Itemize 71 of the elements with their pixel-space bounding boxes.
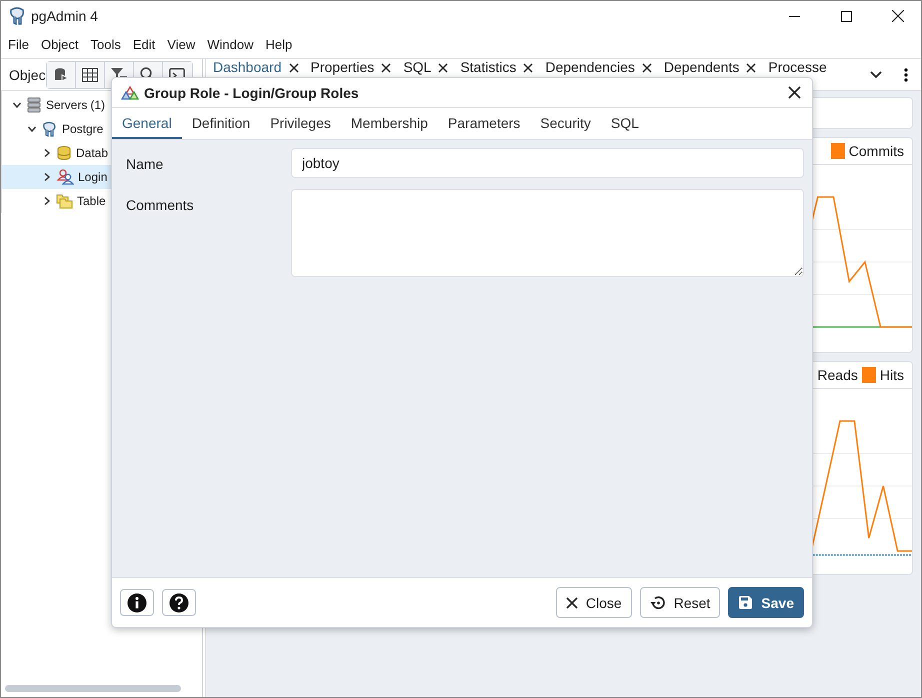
dialog-tab[interactable]: Privileges: [260, 108, 341, 139]
menu-item[interactable]: Window: [200, 37, 258, 52]
window-title: pgAdmin 4: [31, 8, 98, 24]
legend-label: Hits: [880, 367, 904, 383]
tree-label: Login: [78, 170, 108, 184]
close-icon[interactable]: [381, 62, 392, 72]
comments-field[interactable]: [291, 189, 804, 277]
panel-title: Objec: [9, 66, 46, 82]
server-stack-icon: [26, 97, 42, 113]
menu-item[interactable]: Object: [34, 37, 84, 52]
tab[interactable]: Dependencies: [538, 60, 657, 75]
close-icon[interactable]: [438, 62, 448, 72]
chevron-icon[interactable]: [27, 124, 37, 134]
dialog-title: Group Role - Login/Group Roles: [144, 84, 359, 100]
tab[interactable]: Dependents: [656, 60, 762, 75]
tab[interactable]: Properties: [304, 60, 396, 75]
chevron-icon[interactable]: [42, 172, 52, 182]
tab[interactable]: Processe: [761, 60, 832, 75]
help-button[interactable]: [162, 589, 196, 616]
chevron-icon[interactable]: [42, 196, 52, 206]
close-icon[interactable]: [288, 62, 298, 72]
close-button[interactable]: Close: [556, 587, 632, 618]
query-tool-button[interactable]: [46, 62, 76, 88]
tab[interactable]: Statistics: [453, 60, 538, 75]
count-label: (1): [90, 98, 106, 112]
database-icon: [52, 66, 69, 82]
scrollbar[interactable]: [5, 685, 181, 692]
help-icon: [169, 592, 189, 612]
dialog-tab[interactable]: Membership: [340, 108, 438, 139]
name-field[interactable]: jobtoy: [291, 148, 804, 178]
dialog-tab[interactable]: SQL: [600, 108, 649, 139]
tab[interactable]: Dashboard: [206, 60, 304, 75]
chevron-icon[interactable]: [12, 100, 22, 110]
users-icon: [56, 169, 74, 185]
folders-icon: [56, 193, 73, 209]
dialog-tab[interactable]: Parameters: [438, 108, 530, 139]
kebab-icon: [904, 68, 908, 82]
dialog-tab[interactable]: Security: [530, 108, 601, 139]
menu-item[interactable]: View: [160, 37, 200, 52]
tree-label: Servers: [46, 98, 88, 112]
close-icon[interactable]: [642, 62, 652, 72]
dialog-tab[interactable]: Definition: [182, 108, 260, 139]
info-button[interactable]: [120, 589, 154, 616]
tree-label: Postgre: [62, 122, 104, 136]
chevron-icon[interactable]: [42, 148, 52, 158]
tree-label: Datab: [76, 146, 108, 160]
view-data-button[interactable]: [76, 62, 105, 88]
field-label: Comments: [126, 196, 195, 213]
database-icon: [56, 145, 72, 161]
save-button[interactable]: Save: [728, 587, 804, 618]
info-icon: [127, 592, 147, 612]
close-icon[interactable]: [523, 62, 534, 72]
legend-label: Commits: [848, 143, 904, 159]
close-icon: [788, 86, 800, 99]
menu-item[interactable]: File: [1, 37, 34, 52]
close-icon[interactable]: [746, 62, 756, 72]
reset-icon: [650, 594, 666, 610]
legend-label: Reads: [817, 367, 858, 383]
users-icon: [121, 86, 139, 100]
menu-item[interactable]: Help: [258, 37, 298, 52]
save-icon: [738, 595, 754, 610]
tab[interactable]: SQL: [396, 60, 454, 75]
close-icon: [566, 596, 578, 608]
grid-icon: [82, 68, 98, 82]
reset-button[interactable]: Reset: [640, 587, 720, 618]
maximize-icon: [840, 10, 852, 22]
menu-item[interactable]: Tools: [84, 37, 126, 52]
close-icon: [892, 10, 904, 22]
tree-label: Table: [77, 194, 106, 208]
menu-item[interactable]: Edit: [126, 37, 160, 52]
chevron-down-icon: [870, 70, 882, 78]
